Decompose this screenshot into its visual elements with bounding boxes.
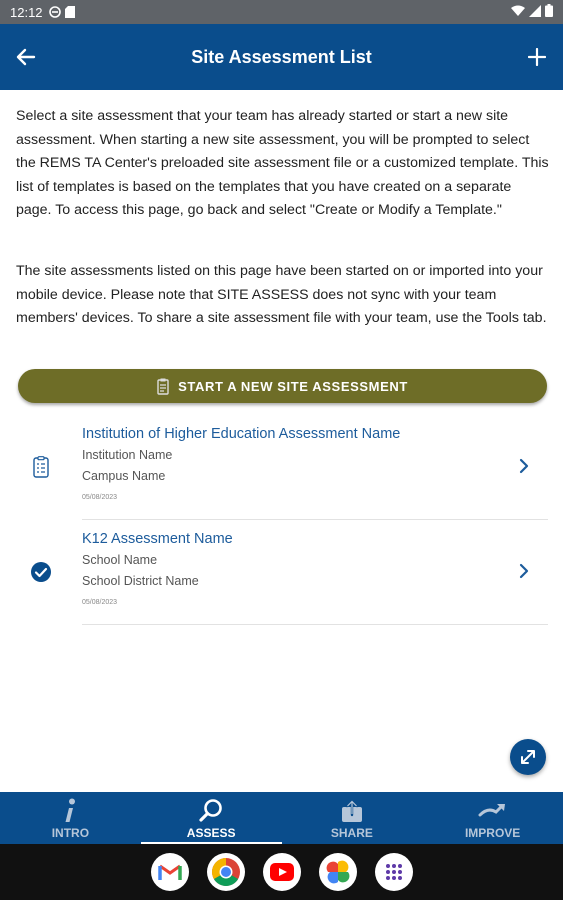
assessment-date: 05/08/2023 xyxy=(82,599,118,606)
app-drawer-icon[interactable] xyxy=(374,853,413,891)
clipboard-icon xyxy=(29,455,53,479)
expand-icon xyxy=(521,750,535,764)
institution-name: Institution Name xyxy=(82,448,173,462)
app-bar: Site Assessment List xyxy=(0,24,563,90)
tab-assess[interactable]: ASSESS xyxy=(140,792,282,844)
search-icon xyxy=(198,797,224,825)
chevron-right-icon xyxy=(514,561,534,581)
assessment-date: 05/08/2023 xyxy=(82,494,118,501)
main-content: Select a site assessment that your team … xyxy=(0,90,563,792)
assessment-list-item[interactable]: K12 Assessment Name School Name School D… xyxy=(0,520,563,625)
youtube-icon[interactable] xyxy=(262,853,301,891)
add-button[interactable] xyxy=(511,24,563,90)
chrome-icon[interactable] xyxy=(206,853,245,891)
signal-icon xyxy=(529,4,541,20)
start-new-assessment-button[interactable]: START A NEW SITE ASSESSMENT xyxy=(18,369,547,403)
chevron-right-icon xyxy=(514,456,534,476)
info-paragraph: The site assessments listed on this page… xyxy=(16,263,547,326)
gmail-icon[interactable] xyxy=(150,853,189,891)
tab-share[interactable]: SHARE xyxy=(282,792,423,844)
trend-icon xyxy=(478,797,508,825)
arrow-left-icon xyxy=(16,48,36,66)
assessment-name: Institution of Higher Education Assessme… xyxy=(82,426,401,442)
clipboard-icon xyxy=(157,378,169,395)
page-title: Site Assessment List xyxy=(191,46,372,67)
assessment-name: K12 Assessment Name xyxy=(82,531,233,547)
info-icon xyxy=(63,797,77,825)
school-name: School Name xyxy=(82,553,158,567)
system-dock xyxy=(0,844,563,900)
status-bar: 12:12 xyxy=(0,0,563,24)
tab-label: INTRO xyxy=(51,826,90,840)
tab-intro[interactable]: INTRO xyxy=(0,792,141,844)
start-button-label: START A NEW SITE ASSESSMENT xyxy=(178,378,408,394)
plus-icon xyxy=(528,48,546,66)
sd-card-icon xyxy=(64,6,75,18)
check-circle-icon xyxy=(29,560,53,584)
tab-label: SHARE xyxy=(330,826,373,840)
school-district-name: School District Name xyxy=(82,574,199,588)
intro-paragraph: Select a site assessment that your team … xyxy=(16,108,549,218)
campus-name: Campus Name xyxy=(82,469,166,483)
tab-improve[interactable]: IMPROVE xyxy=(422,792,563,844)
expand-button[interactable] xyxy=(510,739,546,775)
photos-icon[interactable] xyxy=(318,853,357,891)
share-icon xyxy=(341,797,363,825)
back-button[interactable] xyxy=(0,24,52,90)
tab-label: IMPROVE xyxy=(464,826,521,840)
wifi-icon xyxy=(511,5,525,20)
bottom-navigation: INTRO ASSESS SHARE IMPROVE xyxy=(0,792,563,844)
divider xyxy=(82,624,548,625)
tab-label: ASSESS xyxy=(186,826,236,840)
status-time: 12:12 xyxy=(10,4,43,20)
dnd-icon xyxy=(48,6,61,18)
assessment-list-item[interactable]: Institution of Higher Education Assessme… xyxy=(0,415,563,520)
battery-icon xyxy=(545,4,553,20)
